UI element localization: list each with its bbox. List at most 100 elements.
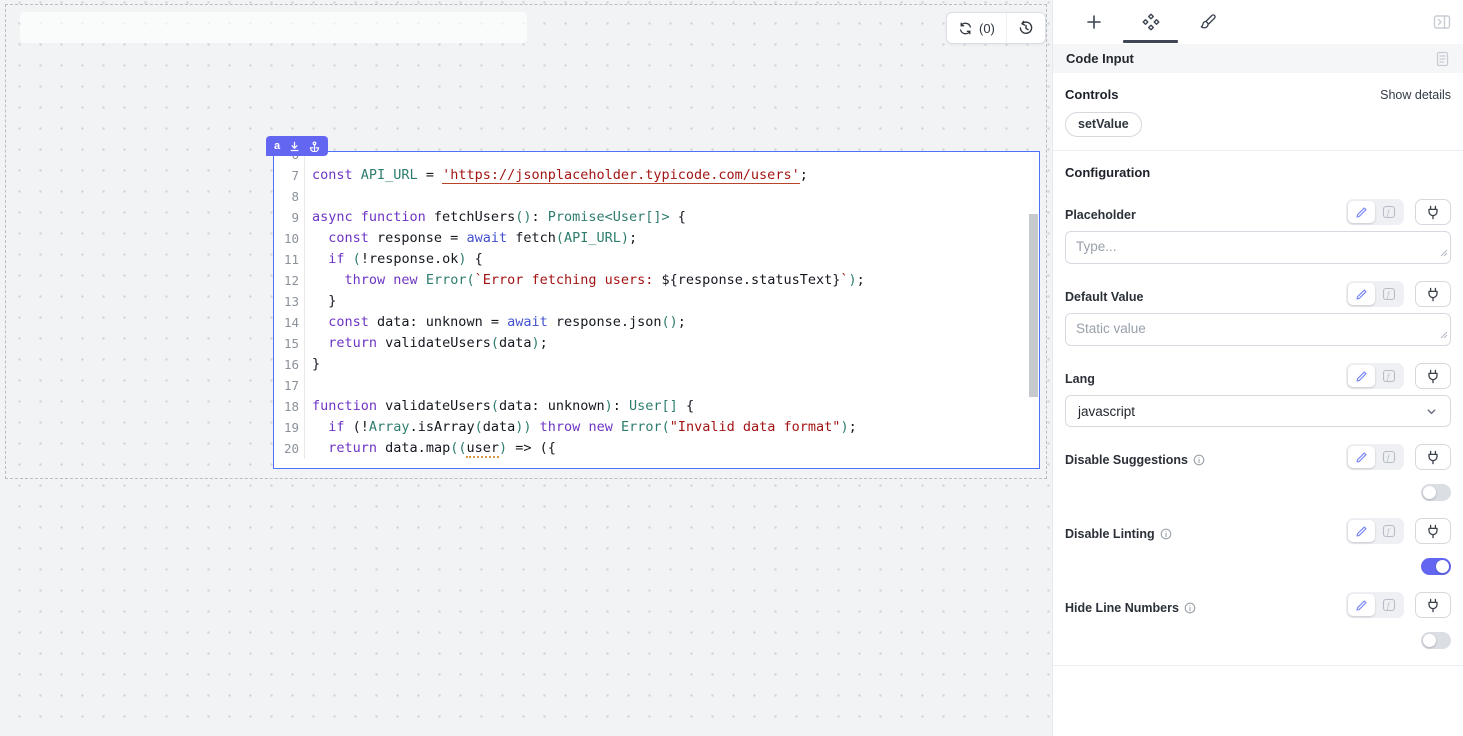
manual-mode-button[interactable] bbox=[1348, 520, 1375, 542]
bind-data-button[interactable] bbox=[1415, 592, 1451, 618]
editor-mode-switch: f bbox=[1346, 592, 1404, 618]
code-text: const response = await fetch(API_URL); bbox=[305, 228, 1039, 249]
line-number: 20 bbox=[274, 438, 305, 459]
history-button[interactable] bbox=[1006, 13, 1045, 43]
fx-mode-button[interactable]: f bbox=[1375, 594, 1402, 616]
line-number: 16 bbox=[274, 354, 305, 375]
plug-icon bbox=[1426, 287, 1440, 302]
fx-mode-button[interactable]: f bbox=[1375, 446, 1402, 468]
field-label: Hide Line Numbers bbox=[1065, 601, 1179, 615]
field-disable-suggestions: Disable Suggestions f bbox=[1065, 444, 1451, 501]
field-lang: Lang f javascript bbox=[1065, 363, 1451, 427]
lang-select[interactable]: javascript bbox=[1065, 395, 1451, 427]
field-label: Default Value bbox=[1065, 290, 1144, 304]
bind-data-button[interactable] bbox=[1415, 363, 1451, 389]
bind-data-button[interactable] bbox=[1415, 518, 1451, 544]
show-details-link[interactable]: Show details bbox=[1380, 88, 1451, 102]
pencil-icon bbox=[1355, 525, 1368, 538]
inspector-panel: Code Input Controls Show details setValu… bbox=[1052, 0, 1463, 736]
manual-mode-button[interactable] bbox=[1348, 283, 1375, 305]
code-text: return data.map((user) => ({ bbox=[305, 438, 1039, 459]
placeholder-input[interactable]: Type... bbox=[1065, 231, 1451, 264]
anchor-icon[interactable] bbox=[309, 141, 320, 152]
toggle-knob bbox=[1423, 486, 1436, 499]
app-canvas[interactable]: (0) a 67const API_URL = 'https://jsonpla… bbox=[0, 0, 1052, 736]
history-icon bbox=[1018, 20, 1034, 36]
line-number: 17 bbox=[274, 375, 305, 396]
info-icon bbox=[1160, 528, 1172, 540]
code-line: 18function validateUsers(data: unknown):… bbox=[274, 396, 1039, 417]
default-value-input[interactable]: Static value bbox=[1065, 313, 1451, 346]
svg-text:f: f bbox=[1387, 289, 1391, 299]
bind-data-button[interactable] bbox=[1415, 199, 1451, 225]
code-text: } bbox=[305, 291, 1039, 312]
field-placeholder: Placeholder f Type... bbox=[1065, 199, 1451, 264]
fx-mode-button[interactable]: f bbox=[1375, 283, 1402, 305]
code-line: 13 } bbox=[274, 291, 1039, 312]
editor-mode-switch: f bbox=[1346, 444, 1404, 470]
code-line: 20 return data.map((user) => ({ bbox=[274, 438, 1039, 459]
code-line: 6 bbox=[274, 152, 1039, 165]
resize-handle-icon[interactable] bbox=[1440, 249, 1448, 257]
bind-data-button[interactable] bbox=[1415, 444, 1451, 470]
chevron-down-icon bbox=[1425, 405, 1438, 418]
line-number: 10 bbox=[274, 228, 305, 249]
svg-text:f: f bbox=[1387, 452, 1391, 462]
arrow-down-to-line-icon[interactable] bbox=[289, 141, 300, 152]
code-line: 15 return validateUsers(data); bbox=[274, 333, 1039, 354]
code-input-widget[interactable]: a 67const API_URL = 'https://jsonplaceho… bbox=[273, 151, 1040, 469]
editor-mode-switch: f bbox=[1346, 518, 1404, 544]
tab-add-component[interactable] bbox=[1065, 0, 1122, 44]
fx-icon: f bbox=[1382, 287, 1396, 301]
docs-button[interactable] bbox=[1435, 51, 1450, 67]
plug-icon bbox=[1426, 524, 1440, 539]
line-number: 9 bbox=[274, 207, 305, 228]
field-default-value: Default Value f Static value bbox=[1065, 281, 1451, 346]
editor-mode-switch: f bbox=[1346, 363, 1404, 389]
resize-handle-icon[interactable] bbox=[1440, 331, 1448, 339]
tab-components[interactable] bbox=[1122, 0, 1179, 44]
info-icon bbox=[1184, 602, 1196, 614]
code-text: } bbox=[305, 354, 1039, 375]
fx-mode-button[interactable]: f bbox=[1375, 201, 1402, 223]
editor-scrollbar[interactable] bbox=[1029, 214, 1038, 397]
disable-suggestions-toggle[interactable] bbox=[1421, 484, 1451, 501]
fx-mode-button[interactable]: f bbox=[1375, 520, 1402, 542]
code-text: function validateUsers(data: unknown): U… bbox=[305, 396, 1039, 417]
hide-line-numbers-toggle[interactable] bbox=[1421, 632, 1451, 649]
tab-styles[interactable] bbox=[1179, 0, 1236, 44]
manual-mode-button[interactable] bbox=[1348, 594, 1375, 616]
pencil-icon bbox=[1355, 288, 1368, 301]
plug-icon bbox=[1426, 369, 1440, 384]
widget-label-badge: a bbox=[274, 141, 280, 152]
section-divider bbox=[1053, 665, 1463, 666]
code-line: 9async function fetchUsers(): Promise<Us… bbox=[274, 207, 1039, 228]
code-text: const API_URL = 'https://jsonplaceholder… bbox=[305, 165, 1039, 186]
method-chip-setvalue[interactable]: setValue bbox=[1065, 112, 1142, 137]
code-line: 10 const response = await fetch(API_URL)… bbox=[274, 228, 1039, 249]
manual-mode-button[interactable] bbox=[1348, 201, 1375, 223]
info-icon bbox=[1193, 454, 1205, 466]
manual-mode-button[interactable] bbox=[1348, 365, 1375, 387]
disable-linting-toggle[interactable] bbox=[1421, 558, 1451, 575]
field-label: Lang bbox=[1065, 372, 1095, 386]
lang-value: javascript bbox=[1078, 404, 1135, 419]
fx-icon: f bbox=[1382, 369, 1396, 383]
collapse-panel-button[interactable] bbox=[1433, 14, 1451, 30]
bind-data-button[interactable] bbox=[1415, 281, 1451, 307]
code-editor[interactable]: 67const API_URL = 'https://jsonplacehold… bbox=[274, 152, 1039, 468]
code-text bbox=[305, 152, 1039, 165]
refresh-queries-button[interactable]: (0) bbox=[947, 13, 1006, 43]
code-text bbox=[305, 375, 1039, 396]
editor-mode-switch: f bbox=[1346, 281, 1404, 307]
svg-text:f: f bbox=[1387, 207, 1391, 217]
pencil-icon bbox=[1355, 206, 1368, 219]
code-text: throw new Error(`Error fetching users: $… bbox=[305, 270, 1039, 291]
brush-icon bbox=[1198, 13, 1217, 32]
widget-title: Code Input bbox=[1066, 51, 1134, 66]
fx-mode-button[interactable]: f bbox=[1375, 365, 1402, 387]
pencil-icon bbox=[1355, 370, 1368, 383]
line-number: 15 bbox=[274, 333, 305, 354]
manual-mode-button[interactable] bbox=[1348, 446, 1375, 468]
code-text bbox=[305, 186, 1039, 207]
